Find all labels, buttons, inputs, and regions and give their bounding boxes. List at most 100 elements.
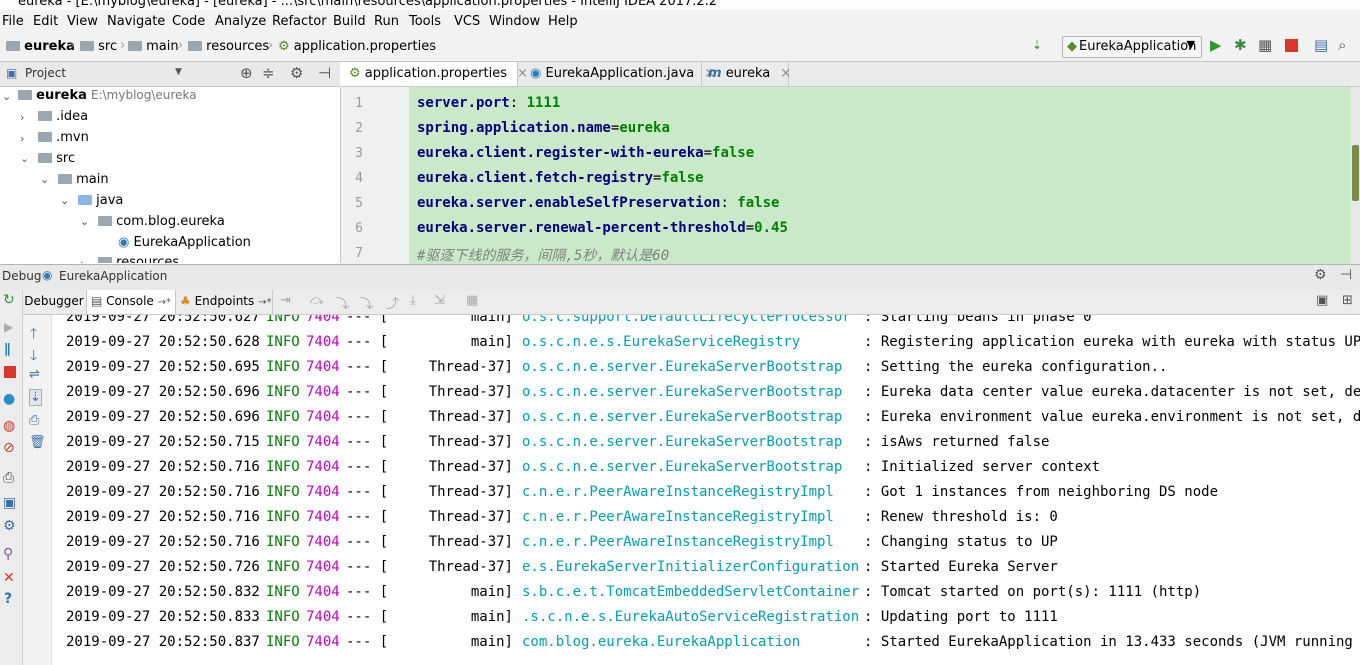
hide-panel-icon[interactable]: ⊣ (1340, 267, 1352, 283)
rerun-icon[interactable]: ↻ (3, 292, 15, 308)
step-into-icon[interactable]: ⤵ (336, 293, 349, 312)
expanded-arrow-icon[interactable]: ⌄ (80, 215, 89, 228)
chevron-down-icon[interactable]: ▼ (175, 67, 182, 77)
search-everywhere-icon[interactable]: ⌕ (1338, 36, 1346, 54)
menu-edit[interactable]: Edit (33, 14, 58, 29)
expanded-arrow-icon[interactable]: ⌄ (60, 194, 69, 207)
resume-icon[interactable]: ▶ (4, 320, 13, 334)
menu-file[interactable]: File (2, 14, 24, 29)
tab-endpoints[interactable]: ♣ Endpoints →* (176, 290, 273, 314)
tree-item-mvn[interactable]: .mvn (38, 130, 89, 145)
evaluate-expression-icon[interactable]: ▦ (466, 293, 478, 308)
menu-window[interactable]: Window (489, 14, 540, 29)
tree-item-src[interactable]: src (38, 151, 75, 166)
tree-item-eureka[interactable]: eureka E:\myblog\eureka (18, 88, 197, 103)
run-icon[interactable]: ▶ (1210, 36, 1222, 54)
breadcrumb-src[interactable]: src (80, 39, 117, 54)
view-breakpoints-icon[interactable]: ● (3, 391, 15, 407)
project-structure-icon[interactable]: ▤ (1314, 36, 1328, 54)
breadcrumb-file[interactable]: ⚙ application.properties (278, 39, 436, 54)
settings-gear-icon[interactable]: ⚙ (290, 64, 303, 82)
tree-item-main[interactable]: main (58, 172, 109, 187)
show-execution-point-icon[interactable]: ⇥ (280, 293, 291, 308)
tab-eurekaapplication-java[interactable]: ◉ EurekaApplication.java × (518, 62, 715, 86)
scroll-to-end-icon[interactable]: ⇣ (29, 389, 42, 406)
collapsed-arrow-icon[interactable]: › (80, 257, 84, 263)
collapsed-arrow-icon[interactable]: › (20, 111, 24, 124)
arrow-up-icon[interactable]: 🡑 (30, 323, 37, 347)
editor-scrollbar[interactable] (1351, 87, 1360, 264)
tree-item-resources[interactable]: resources (98, 255, 179, 263)
pause-icon[interactable]: ∥ (4, 342, 11, 357)
tree-item-package[interactable]: com.blog.eureka (98, 214, 225, 229)
expanded-arrow-icon[interactable]: ⌄ (40, 173, 49, 186)
menu-view[interactable]: View (67, 14, 98, 29)
close-icon[interactable]: × (780, 66, 791, 81)
expanded-arrow-icon[interactable]: ⌄ (2, 90, 11, 103)
run-to-cursor-icon[interactable]: ⇲ (434, 293, 445, 308)
menu-code[interactable]: Code (172, 14, 205, 29)
window-title: eureka - [E:\myblog\eureka] - [eureka] -… (18, 0, 718, 9)
project-view-icon: ▣ (6, 66, 18, 80)
collapse-all-icon[interactable]: ≑ (262, 64, 275, 82)
pin-icon[interactable]: ⚲ (3, 546, 13, 562)
console-output[interactable]: 2019-09-27 20:52:50.627 INFO 7404 --- [main… (52, 315, 1360, 665)
close-icon[interactable]: ✕ (3, 570, 15, 586)
tab-application-properties[interactable]: ⚙ application.properties × (341, 62, 528, 86)
run-config-select[interactable]: ◆ EurekaApplication ▼ (1062, 36, 1202, 58)
project-tree: ⌄ eureka E:\myblog\eureka › .idea › .mvn… (0, 87, 341, 263)
build-icon[interactable]: ⇣ (1032, 38, 1042, 52)
stop-icon[interactable] (1285, 39, 1298, 52)
breakpoint-icon[interactable]: ⊘ (3, 440, 15, 456)
expanded-arrow-icon[interactable]: ⌄ (20, 152, 29, 165)
mute-breakpoints-icon[interactable]: ◍ (3, 418, 15, 434)
restore-layout-icon[interactable]: ▣ (1316, 293, 1328, 308)
settings-gear-icon[interactable]: ⚙ (3, 518, 16, 534)
force-step-into-icon[interactable]: ⤵ (360, 293, 373, 312)
breadcrumb-resources[interactable]: resources (188, 39, 269, 54)
hide-panel-icon[interactable]: ⊣ (318, 64, 331, 82)
help-icon[interactable]: ? (4, 591, 12, 607)
tree-item-idea[interactable]: .idea (38, 109, 88, 124)
tab-eureka-pom[interactable]: m eureka × (702, 62, 791, 86)
code-line: spring.application.name=eureka (417, 120, 670, 136)
arrow-down-icon[interactable]: 🡓 (30, 345, 37, 369)
code-editor[interactable]: server.port: 1111 spring.application.nam… (409, 87, 1351, 264)
restore-layout-icon[interactable]: ▣ (3, 495, 16, 511)
tree-item-eurekaapplication[interactable]: ◉ EurekaApplication (118, 235, 251, 250)
breadcrumb-eureka[interactable]: eureka (6, 39, 75, 54)
locate-icon[interactable]: ⊕ (240, 64, 253, 82)
settings-icon[interactable]: ⊞ (1342, 293, 1353, 308)
step-over-icon[interactable]: ⤼ (310, 293, 324, 308)
menu-help[interactable]: Help (548, 14, 578, 29)
chevron-right-icon: › (268, 38, 274, 53)
menu-navigate[interactable]: Navigate (107, 14, 165, 29)
code-comment: #驱逐下线的服务，间隔,5秒，默认是60 (417, 248, 670, 264)
endpoints-icon: ♣ (180, 294, 191, 308)
debug-icon[interactable]: ✱ (1234, 36, 1247, 54)
chevron-right-icon: › (428, 38, 434, 53)
log-row: 2019-09-27 20:52:50.695 INFO 7404 --- [Thre… (66, 359, 1168, 375)
drop-frame-icon[interactable]: ⤓ (410, 293, 416, 308)
coverage-icon[interactable]: ▦ (1258, 36, 1272, 54)
menu-run[interactable]: Run (374, 14, 399, 29)
tree-item-java[interactable]: java (78, 193, 123, 208)
clear-all-icon[interactable]: 🗑 (29, 435, 46, 450)
settings-gear-icon[interactable]: ⚙ (1314, 267, 1327, 283)
scroll-thumb[interactable] (1352, 145, 1359, 201)
menu-analyze[interactable]: Analyze (215, 14, 266, 29)
soft-wrap-icon[interactable]: ⇌ (29, 367, 40, 382)
camera-icon[interactable]: ⎙ (3, 470, 14, 486)
menu-build[interactable]: Build (333, 14, 366, 29)
print-icon[interactable]: ⎙ (29, 413, 39, 428)
tab-console[interactable]: ▤ Console →* (87, 290, 176, 314)
menu-refactor[interactable]: Refactor (272, 14, 327, 29)
step-out-icon[interactable]: ⤴ (386, 293, 399, 312)
tab-debugger[interactable]: Debugger (22, 290, 87, 314)
log-row: 2019-09-27 20:52:50.628 INFO 7404 --- [main… (66, 334, 1360, 350)
breadcrumb-main[interactable]: main (128, 39, 179, 54)
stop-icon[interactable] (4, 366, 16, 378)
menu-vcs[interactable]: VCS (454, 14, 480, 29)
menu-tools[interactable]: Tools (409, 14, 441, 29)
collapsed-arrow-icon[interactable]: › (20, 132, 24, 145)
